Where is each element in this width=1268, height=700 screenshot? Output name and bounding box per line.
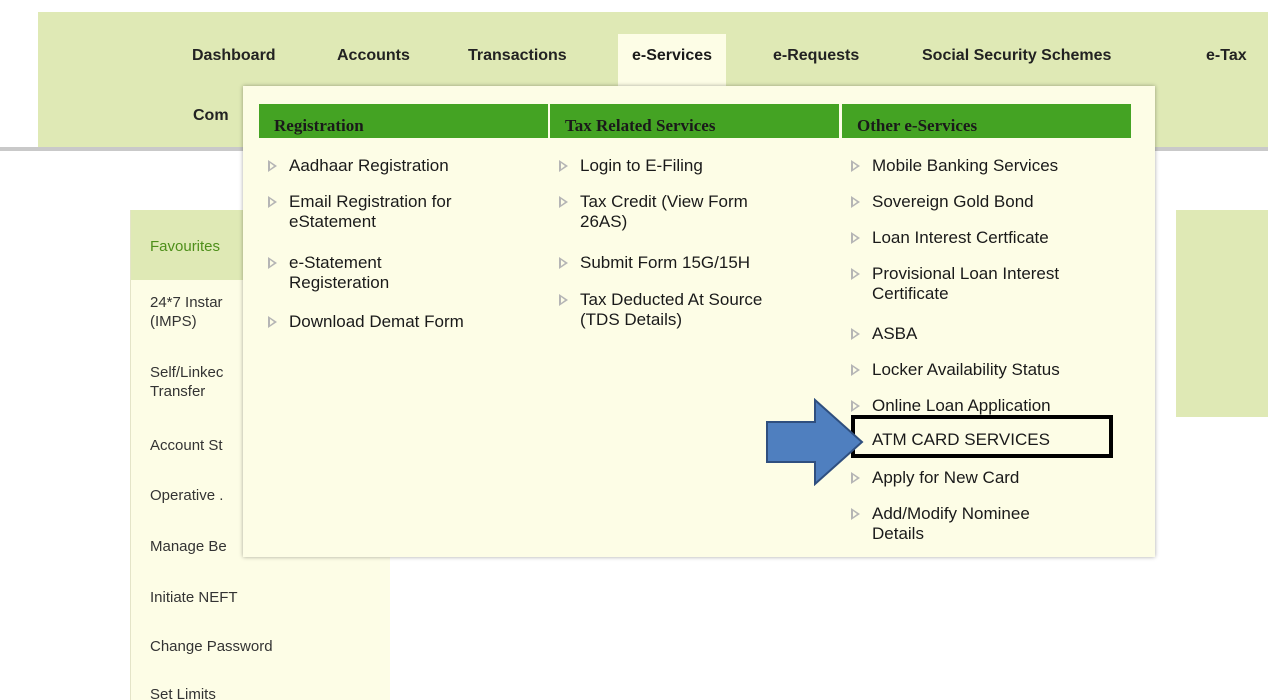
favourite-item-label: Operative . <box>150 487 224 504</box>
triangle-bullet-icon <box>851 364 860 376</box>
nav-com[interactable]: Com <box>193 107 229 125</box>
triangle-bullet-icon <box>851 160 860 172</box>
menu-item-label: ASBA <box>872 324 918 343</box>
e-services-dropdown-menu: Registration Tax Related Services Other … <box>243 86 1155 557</box>
favourite-item-label: Account St <box>150 437 223 454</box>
menu-item-asba[interactable]: ASBA <box>851 324 917 344</box>
favourite-item-self-linked-transfer[interactable]: Self/Linkec Transfer <box>150 363 223 401</box>
column-header-other-e-services: Other e-Services <box>842 104 1131 138</box>
favourite-item-set-limits[interactable]: Set Limits <box>150 685 216 700</box>
menu-item-label: Tax Credit (View Form <box>580 192 748 211</box>
triangle-bullet-icon <box>851 268 860 280</box>
menu-item-label: Loan Interest Certficate <box>872 228 1049 247</box>
menu-item-email-registration[interactable]: Email Registration for eStatement <box>268 192 452 232</box>
favourite-item-label: (IMPS) <box>150 313 197 330</box>
atm-card-services-highlight-box <box>851 415 1113 458</box>
menu-item-tax-credit[interactable]: Tax Credit (View Form 26AS) <box>559 192 748 232</box>
triangle-bullet-icon <box>851 508 860 520</box>
menu-item-add-modify-nominee-details[interactable]: Add/Modify Nominee Details <box>851 504 1030 544</box>
triangle-bullet-icon <box>268 257 277 269</box>
favourite-item-label: 24*7 Instar <box>150 294 223 311</box>
menu-item-label: Email Registration for <box>289 192 452 211</box>
menu-item-label: Aadhaar Registration <box>289 156 449 175</box>
favourite-item-initiate-neft[interactable]: Initiate NEFT <box>150 588 238 607</box>
menu-item-label: Registeration <box>289 273 390 292</box>
arrow-shape <box>766 398 864 486</box>
menu-item-e-statement-registeration[interactable]: e-Statement Registeration <box>268 253 389 293</box>
menu-item-tds-details[interactable]: Tax Deducted At Source (TDS Details) <box>559 290 762 330</box>
nav-dashboard[interactable]: Dashboard <box>192 47 276 65</box>
menu-item-locker-availability-status[interactable]: Locker Availability Status <box>851 360 1060 380</box>
nav-social-security-schemes[interactable]: Social Security Schemes <box>922 47 1111 65</box>
favourite-item-imps[interactable]: 24*7 Instar (IMPS) <box>150 293 223 331</box>
column-header-registration: Registration <box>259 104 548 138</box>
right-side-panel <box>1176 210 1268 417</box>
menu-item-label: eStatement <box>289 212 376 231</box>
triangle-bullet-icon <box>851 328 860 340</box>
favourite-item-label: Set Limits <box>150 686 216 700</box>
menu-item-apply-for-new-card[interactable]: Apply for New Card <box>851 468 1019 488</box>
triangle-bullet-icon <box>559 160 568 172</box>
menu-item-sovereign-gold-bond[interactable]: Sovereign Gold Bond <box>851 192 1034 212</box>
menu-item-submit-form-15g-15h[interactable]: Submit Form 15G/15H <box>559 253 750 273</box>
favourites-title: Favourites <box>150 238 221 255</box>
favourite-item-operative[interactable]: Operative . <box>150 486 223 505</box>
column-header-tax-related-services: Tax Related Services <box>550 104 839 138</box>
triangle-bullet-icon <box>268 160 277 172</box>
menu-item-label: Certificate <box>872 284 949 303</box>
nav-transactions[interactable]: Transactions <box>468 47 567 65</box>
triangle-bullet-icon <box>851 196 860 208</box>
menu-item-loan-interest-certificate[interactable]: Loan Interest Certficate <box>851 228 1049 248</box>
menu-item-label: Login to E-Filing <box>580 156 703 175</box>
favourite-item-label: Initiate NEFT <box>150 589 238 606</box>
menu-item-label: Details <box>872 524 924 543</box>
favourite-item-change-password[interactable]: Change Password <box>150 637 273 656</box>
menu-item-label: Apply for New Card <box>872 468 1020 487</box>
menu-item-label: Locker Availability Status <box>872 360 1060 379</box>
menu-item-label: Tax Deducted At Source <box>580 290 763 309</box>
menu-item-aadhaar-registration[interactable]: Aadhaar Registration <box>268 156 449 176</box>
menu-item-provisional-loan-interest-certificate[interactable]: Provisional Loan Interest Certificate <box>851 264 1059 304</box>
menu-item-label: Provisional Loan Interest <box>872 264 1060 283</box>
menu-item-label: Download Demat Form <box>289 312 464 331</box>
menu-item-login-to-e-filing[interactable]: Login to E-Filing <box>559 156 703 176</box>
triangle-bullet-icon <box>559 196 568 208</box>
nav-e-tax[interactable]: e-Tax <box>1206 47 1247 65</box>
menu-item-label: e-Statement <box>289 253 382 272</box>
menu-item-label: Mobile Banking Services <box>872 156 1059 175</box>
favourite-item-manage-beneficiary[interactable]: Manage Be <box>150 537 227 556</box>
menu-item-label: (TDS Details) <box>580 310 683 329</box>
menu-item-download-demat-form[interactable]: Download Demat Form <box>268 312 464 332</box>
favourite-item-label: Transfer <box>150 383 206 400</box>
triangle-bullet-icon <box>559 257 568 269</box>
triangle-bullet-icon <box>268 316 277 328</box>
menu-item-online-loan-application[interactable]: Online Loan Application <box>851 396 1051 416</box>
favourite-item-label: Change Password <box>150 638 273 655</box>
triangle-bullet-icon <box>851 232 860 244</box>
nav-accounts[interactable]: Accounts <box>337 47 410 65</box>
blue-arrow-annotation <box>766 398 864 486</box>
triangle-bullet-icon <box>559 294 568 306</box>
favourite-item-account-statement[interactable]: Account St <box>150 436 223 455</box>
favourite-item-label: Manage Be <box>150 538 227 555</box>
favourite-item-label: Self/Linkec <box>150 364 224 381</box>
nav-e-requests[interactable]: e-Requests <box>773 47 859 65</box>
menu-item-label: Submit Form 15G/15H <box>580 253 751 272</box>
menu-item-label: Sovereign Gold Bond <box>872 192 1034 211</box>
menu-item-label: Online Loan Application <box>872 396 1051 415</box>
nav-e-services[interactable]: e-Services <box>618 34 727 86</box>
menu-item-label: 26AS) <box>580 212 628 231</box>
triangle-bullet-icon <box>268 196 277 208</box>
menu-item-mobile-banking-services[interactable]: Mobile Banking Services <box>851 156 1058 176</box>
menu-item-label: Add/Modify Nominee <box>872 504 1030 523</box>
